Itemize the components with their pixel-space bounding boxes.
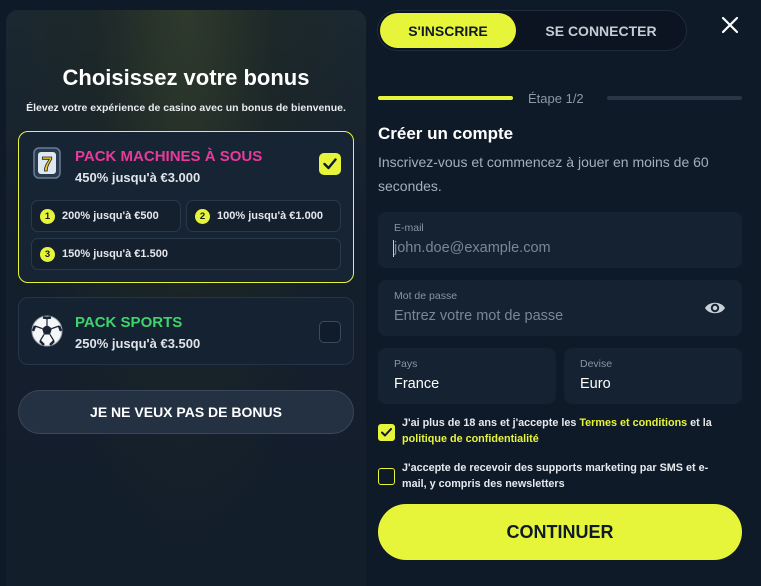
checkmark-icon bbox=[323, 158, 337, 170]
terms-checkbox[interactable] bbox=[378, 424, 395, 441]
password-placeholder: Entrez votre mot de passe bbox=[394, 308, 564, 324]
tab-signup[interactable]: S'INSCRIRE bbox=[380, 13, 516, 48]
close-icon[interactable] bbox=[720, 15, 740, 35]
soccer-ball-icon bbox=[31, 315, 63, 347]
step-progress-remaining bbox=[607, 96, 742, 100]
pack-card-slots[interactable]: 7 PACK MACHINES À SOUS 450% jusqu'à €3.0… bbox=[18, 131, 354, 283]
password-field[interactable]: Mot de passe Entrez votre mot de passe bbox=[378, 280, 742, 336]
country-label: Pays bbox=[394, 358, 418, 370]
tier-number-badge: 1 bbox=[40, 208, 55, 224]
tier-number-badge: 3 bbox=[40, 246, 55, 262]
tier-1: 1 200% jusqu'à €500 bbox=[31, 200, 181, 232]
terms-link[interactable]: Termes et conditions bbox=[579, 417, 687, 429]
pack-checkbox-slots[interactable] bbox=[319, 153, 341, 175]
continue-button[interactable]: CONTINUER bbox=[378, 504, 742, 560]
form-title: Créer un compte bbox=[378, 124, 514, 143]
form-description: Inscrivez-vous et commencez à jouer en m… bbox=[378, 154, 709, 194]
pack-checkbox-sports[interactable] bbox=[319, 321, 341, 343]
slot-seven-icon: 7 bbox=[33, 147, 61, 179]
pack-card-sports[interactable]: PACK SPORTS 250% jusqu'à €3.500 bbox=[18, 297, 354, 365]
terms-text-before: J'ai plus de 18 ans et j'accepte les bbox=[402, 417, 580, 429]
currency-value: Euro bbox=[580, 376, 611, 392]
step-progress-done bbox=[378, 96, 513, 100]
auth-tabs: S'INSCRIRE SE CONNECTER bbox=[377, 10, 687, 51]
tier-number-badge: 2 bbox=[195, 208, 210, 224]
currency-label: Devise bbox=[580, 358, 613, 370]
eye-icon[interactable] bbox=[704, 298, 726, 318]
pack-offer-slots: 450% jusqu'à €3.000 bbox=[75, 170, 201, 185]
tier-2: 2 100% jusqu'à €1.000 bbox=[186, 200, 341, 232]
tier-text: 100% jusqu'à €1.000 bbox=[217, 210, 323, 222]
tier-text: 150% jusqu'à €1.500 bbox=[62, 248, 168, 260]
terms-text-middle: et la bbox=[687, 417, 712, 429]
marketing-checkbox[interactable] bbox=[378, 468, 395, 485]
checkmark-icon bbox=[381, 428, 392, 437]
step-label: Étape 1/2 bbox=[528, 91, 584, 106]
email-label: E-mail bbox=[394, 222, 424, 234]
country-select[interactable]: Pays France bbox=[378, 348, 556, 404]
email-field[interactable]: E-mail john.doe@example.com bbox=[378, 212, 742, 268]
svg-text:7: 7 bbox=[41, 154, 52, 176]
tier-3: 3 150% jusqu'à €1.500 bbox=[31, 238, 341, 270]
pack-name-sports: PACK SPORTS bbox=[75, 314, 183, 331]
text-caret bbox=[393, 240, 394, 257]
marketing-text: J'accepte de recevoir des supports marke… bbox=[402, 462, 709, 490]
privacy-link[interactable]: politique de confidentialité bbox=[402, 433, 539, 445]
country-value: France bbox=[394, 376, 440, 392]
bonus-subtitle: Élevez votre expérience de casino avec u… bbox=[26, 102, 346, 114]
terms-text: J'ai plus de 18 ans et j'accepte les Ter… bbox=[402, 416, 732, 447]
tier-text: 200% jusqu'à €500 bbox=[62, 210, 159, 222]
no-bonus-button[interactable]: JE NE VEUX PAS DE BONUS bbox=[18, 390, 354, 434]
currency-select[interactable]: Devise Euro bbox=[564, 348, 742, 404]
tab-login[interactable]: SE CONNECTER bbox=[518, 13, 684, 48]
pack-offer-sports: 250% jusqu'à €3.500 bbox=[75, 336, 201, 351]
pack-name-slots: PACK MACHINES À SOUS bbox=[75, 148, 263, 165]
email-placeholder: john.doe@example.com bbox=[394, 240, 551, 256]
bonus-panel: Choisissez votre bonus Élevez votre expé… bbox=[6, 10, 366, 586]
password-label: Mot de passe bbox=[394, 290, 458, 302]
bonus-title: Choisissez votre bonus bbox=[62, 65, 310, 90]
